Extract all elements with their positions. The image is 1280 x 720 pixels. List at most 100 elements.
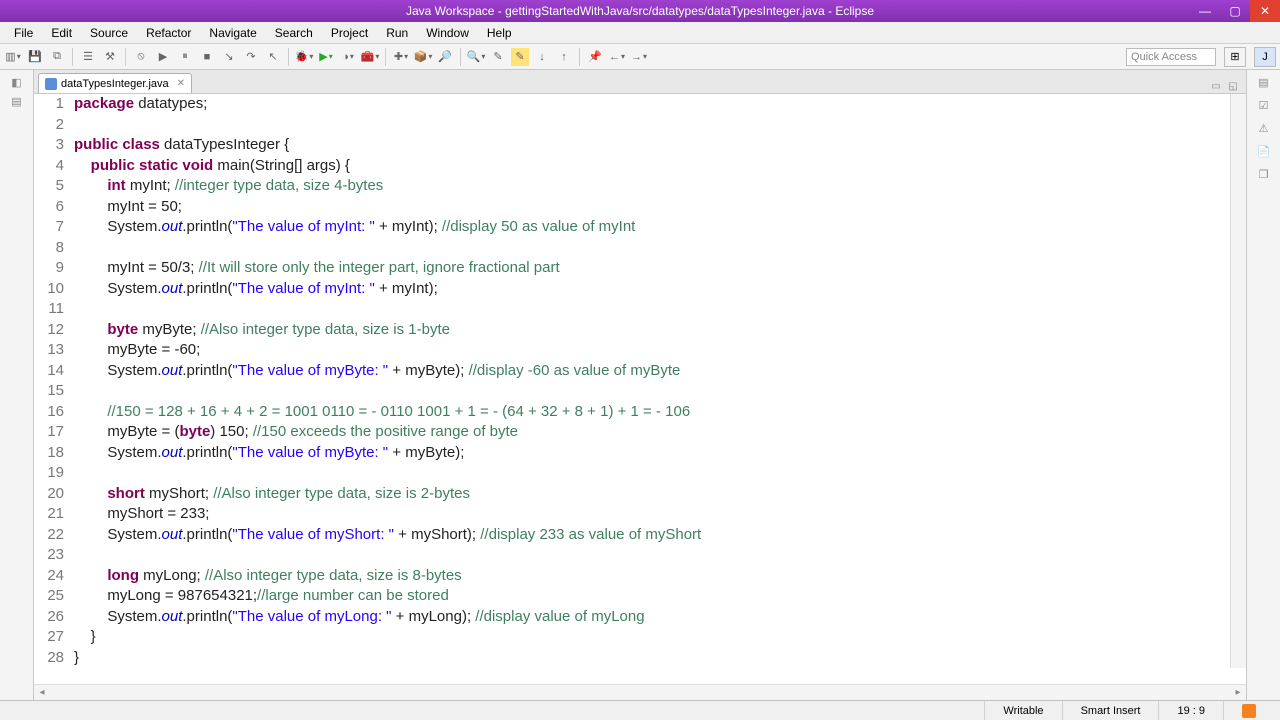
declaration-icon[interactable]: ❐	[1259, 168, 1269, 181]
suspend-button[interactable]: ⏸	[176, 48, 194, 66]
menu-window[interactable]: Window	[418, 24, 477, 42]
menu-project[interactable]: Project	[323, 24, 376, 42]
code-line[interactable]: //150 = 128 + 16 + 4 + 2 = 1001 0110 = -…	[74, 402, 1230, 423]
code-line[interactable]: System.out.println("The value of myInt: …	[74, 217, 1230, 238]
save-all-button[interactable]: ⧉	[48, 48, 66, 66]
forward-button[interactable]: →	[630, 48, 648, 66]
code-line[interactable]	[74, 299, 1230, 320]
scroll-right-icon[interactable]: ▸	[1230, 687, 1246, 698]
separator	[125, 48, 126, 66]
code-line[interactable]: package datatypes;	[74, 94, 1230, 115]
new-package-dropdown[interactable]: 📦	[414, 48, 432, 66]
open-perspective-button[interactable]: ⊞	[1224, 47, 1246, 67]
code-line[interactable]: myInt = 50;	[74, 197, 1230, 218]
prev-annotation-button[interactable]: ↑	[555, 48, 573, 66]
minimize-button[interactable]: —	[1190, 0, 1220, 22]
separator	[579, 48, 580, 66]
menu-search[interactable]: Search	[267, 24, 321, 42]
close-tab-icon[interactable]: ✕	[177, 78, 185, 89]
code-line[interactable]: myShort = 233;	[74, 504, 1230, 525]
code-line[interactable]: myInt = 50/3; //It will store only the i…	[74, 258, 1230, 279]
source-text[interactable]: package datatypes; public class dataTypes…	[74, 94, 1230, 668]
code-line[interactable]: short myShort; //Also integer type data,…	[74, 484, 1230, 505]
code-line[interactable]: myByte = -60;	[74, 340, 1230, 361]
code-line[interactable]: public class dataTypesInteger {	[74, 135, 1230, 156]
step-over-button[interactable]: ↷	[242, 48, 260, 66]
code-line[interactable]: System.out.println("The value of myInt: …	[74, 279, 1230, 300]
code-line[interactable]: System.out.println("The value of myShort…	[74, 525, 1230, 546]
separator	[385, 48, 386, 66]
rss-icon[interactable]	[1242, 704, 1256, 718]
code-editor[interactable]: 1234567891011121314151617181920212223242…	[34, 94, 1246, 684]
java-perspective-button[interactable]: J	[1254, 47, 1276, 67]
code-line[interactable]	[74, 463, 1230, 484]
menu-bar: FileEditSourceRefactorNavigateSearchProj…	[0, 22, 1280, 44]
menu-file[interactable]: File	[6, 24, 41, 42]
maximize-view-icon[interactable]: ◱	[1226, 79, 1240, 93]
code-line[interactable]: public static void main(String[] args) {	[74, 156, 1230, 177]
menu-source[interactable]: Source	[82, 24, 136, 42]
next-annotation-button[interactable]: ↓	[533, 48, 551, 66]
menu-navigate[interactable]: Navigate	[201, 24, 264, 42]
terminate-button[interactable]: ■	[198, 48, 216, 66]
restore-view-icon[interactable]: ◧	[11, 76, 21, 89]
right-trim: ▤ ☑ ⚠ 📄 ❐	[1246, 70, 1280, 700]
minimize-view-icon[interactable]: ▭	[1209, 79, 1223, 93]
code-line[interactable]: System.out.println("The value of myByte:…	[74, 361, 1230, 382]
javadoc-icon[interactable]: 📄	[1257, 145, 1271, 158]
code-line[interactable]	[74, 381, 1230, 402]
task-list-icon[interactable]: ☑	[1259, 99, 1269, 112]
code-line[interactable]	[74, 115, 1230, 136]
scroll-left-icon[interactable]: ◂	[34, 687, 50, 698]
editor-tab[interactable]: dataTypesInteger.java ✕	[38, 73, 192, 93]
java-file-icon	[45, 78, 57, 90]
code-line[interactable]: int myInt; //integer type data, size 4-b…	[74, 176, 1230, 197]
package-explorer-icon[interactable]: ▤	[11, 95, 21, 108]
vertical-scrollbar[interactable]	[1230, 94, 1246, 668]
menu-edit[interactable]: Edit	[43, 24, 80, 42]
status-insert-mode: Smart Insert	[1062, 701, 1159, 720]
code-line[interactable]: byte myByte; //Also integer type data, s…	[74, 320, 1230, 341]
line-number-gutter: 1234567891011121314151617181920212223242…	[34, 94, 74, 668]
skip-breakpoints-button[interactable]: ⦸	[132, 48, 150, 66]
new-button[interactable]: ▥	[4, 48, 22, 66]
annotations-button[interactable]: ✎	[489, 48, 507, 66]
step-into-button[interactable]: ↘	[220, 48, 238, 66]
open-type-button[interactable]: 🔎	[436, 48, 454, 66]
close-button[interactable]: ✕	[1250, 0, 1280, 22]
debug-dropdown[interactable]: 🐞	[295, 48, 313, 66]
external-tools-dropdown[interactable]: 🧰	[361, 48, 379, 66]
maximize-button[interactable]: ▢	[1220, 0, 1250, 22]
code-line[interactable]: System.out.println("The value of myByte:…	[74, 443, 1230, 464]
outline-view-icon[interactable]: ▤	[1258, 76, 1268, 89]
back-button[interactable]: ←	[608, 48, 626, 66]
problems-icon[interactable]: ⚠	[1259, 122, 1269, 135]
pin-editor-button[interactable]: 📌	[586, 48, 604, 66]
status-bar: Writable Smart Insert 19 : 9	[0, 700, 1280, 720]
code-line[interactable]: }	[74, 648, 1230, 669]
coverage-dropdown[interactable]: ◑	[339, 48, 357, 66]
new-java-class-dropdown[interactable]: ✚	[392, 48, 410, 66]
code-line[interactable]: myLong = 987654321;//large number can be…	[74, 586, 1230, 607]
code-line[interactable]	[74, 238, 1230, 259]
resume-button[interactable]: ▶	[154, 48, 172, 66]
toggle-mark-button[interactable]: ✎	[511, 48, 529, 66]
menu-run[interactable]: Run	[378, 24, 416, 42]
run-dropdown[interactable]: ▶	[317, 48, 335, 66]
code-line[interactable]	[74, 545, 1230, 566]
menu-refactor[interactable]: Refactor	[138, 24, 199, 42]
code-line[interactable]: long myLong; //Also integer type data, s…	[74, 566, 1230, 587]
save-button[interactable]: 💾	[26, 48, 44, 66]
search-dropdown[interactable]: 🔍	[467, 48, 485, 66]
editor-area: dataTypesInteger.java ✕ ▭ ◱ 123456789101…	[34, 70, 1246, 700]
window-title: Java Workspace - gettingStartedWithJava/…	[406, 4, 874, 18]
code-line[interactable]: }	[74, 627, 1230, 648]
build-button[interactable]: ⚒	[101, 48, 119, 66]
menu-help[interactable]: Help	[479, 24, 520, 42]
code-line[interactable]: myByte = (byte) 150; //150 exceeds the p…	[74, 422, 1230, 443]
toggle-breadcrumb-button[interactable]: ☰	[79, 48, 97, 66]
code-line[interactable]: System.out.println("The value of myLong:…	[74, 607, 1230, 628]
quick-access-input[interactable]: Quick Access	[1126, 48, 1216, 66]
horizontal-scrollbar[interactable]: ◂ ▸	[34, 684, 1246, 700]
step-return-button[interactable]: ↖	[264, 48, 282, 66]
